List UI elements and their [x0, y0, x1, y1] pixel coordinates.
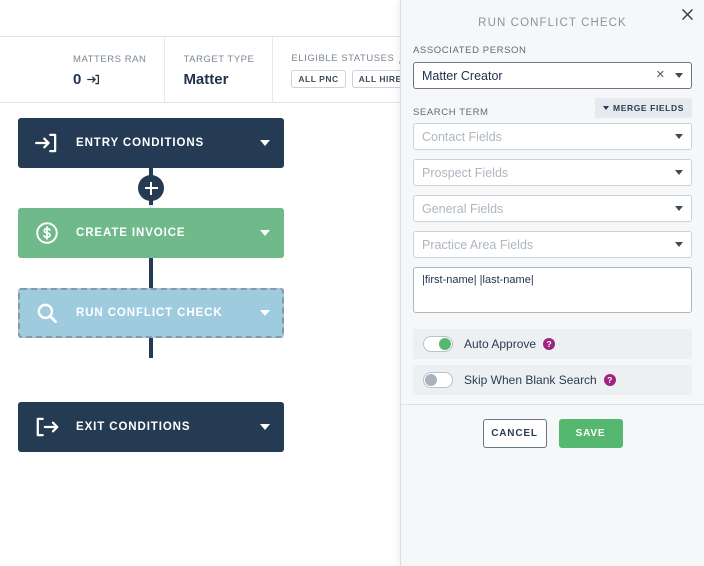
toggle-row-skip-when-blank-search: Skip When Blank Search ?: [413, 365, 692, 395]
chevron-down-icon[interactable]: [675, 134, 683, 139]
save-button[interactable]: SAVE: [558, 419, 623, 448]
toggle-row-auto-approve: Auto Approve ?: [413, 329, 692, 359]
workflow-node-create-invoice[interactable]: CREATE INVOICE: [18, 208, 284, 258]
practice-area-fields-select[interactable]: Practice Area Fields: [413, 231, 692, 258]
eligible-status-badges: ALL PNC ALL HIRED: [291, 70, 416, 88]
workflow-node-entry-conditions-label: ENTRY CONDITIONS: [76, 137, 205, 149]
skip-when-blank-search-toggle[interactable]: [423, 372, 453, 388]
chevron-down-icon[interactable]: [260, 140, 270, 146]
status-badge-all-pnc[interactable]: ALL PNC: [291, 70, 346, 88]
contact-fields-placeholder: Contact Fields: [422, 129, 502, 144]
workflow-node-entry-conditions[interactable]: ENTRY CONDITIONS: [18, 118, 284, 168]
general-fields-select[interactable]: General Fields: [413, 195, 692, 222]
skip-when-blank-search-label: Skip When Blank Search: [464, 373, 597, 387]
drawer-title: RUN CONFLICT CHECK: [478, 17, 627, 29]
workflow-flow: ENTRY CONDITIONS CREATE INVOICE RUN CONF…: [18, 118, 284, 452]
auto-approve-toggle[interactable]: [423, 336, 453, 352]
merge-fields-button[interactable]: MERGE FIELDS: [595, 98, 692, 118]
exit-door-icon: [32, 412, 62, 442]
chevron-down-icon[interactable]: [675, 170, 683, 175]
caret-down-icon: [603, 106, 610, 110]
workflow-node-run-conflict-check[interactable]: RUN CONFLICT CHECK: [18, 288, 284, 338]
workflow-connector-add-step: [18, 168, 284, 208]
help-icon[interactable]: ?: [543, 338, 556, 350]
app-root: MATTERS RAN 0 TARGET TYPE Matter ELIGIBL…: [0, 0, 704, 566]
stat-target-type: TARGET TYPE Matter: [164, 37, 272, 102]
stat-matters-ran-label: MATTERS RAN: [73, 53, 147, 65]
enter-arrow-icon: [87, 73, 100, 86]
run-conflict-check-drawer: RUN CONFLICT CHECK ASSOCIATED PERSON Mat…: [400, 0, 704, 566]
drawer-actions: CANCEL SAVE: [413, 405, 692, 448]
search-term-header: SEARCH TERM MERGE FIELDS: [413, 98, 692, 118]
toggle-knob: [425, 374, 437, 386]
workflow-node-run-conflict-check-label: RUN CONFLICT CHECK: [76, 307, 223, 319]
stat-target-type-value: Matter: [183, 70, 229, 88]
workflow-connector-2: [18, 258, 284, 288]
workflow-node-exit-conditions[interactable]: EXIT CONDITIONS: [18, 402, 284, 452]
chevron-down-icon[interactable]: [675, 73, 683, 78]
clear-x-icon[interactable]: ✕: [656, 70, 665, 81]
stat-matters-ran: MATTERS RAN 0: [55, 37, 164, 102]
search-term-label: SEARCH TERM: [413, 107, 489, 118]
search-icon: [32, 298, 62, 328]
chevron-down-icon[interactable]: [675, 242, 683, 247]
chevron-down-icon[interactable]: [260, 424, 270, 430]
workflow-node-create-invoice-label: CREATE INVOICE: [76, 227, 186, 239]
prospect-fields-select[interactable]: Prospect Fields: [413, 159, 692, 186]
general-fields-placeholder: General Fields: [422, 201, 504, 216]
toggle-knob: [439, 338, 451, 350]
associated-person-label: ASSOCIATED PERSON: [413, 45, 527, 56]
drawer-content: RUN CONFLICT CHECK ASSOCIATED PERSON Mat…: [401, 0, 704, 448]
search-term-textarea[interactable]: [413, 267, 692, 313]
stat-matters-ran-value: 0: [73, 70, 82, 88]
cancel-button[interactable]: CANCEL: [482, 419, 547, 448]
associated-person-value: Matter Creator: [422, 68, 503, 83]
workflow-connector-3: [18, 338, 284, 358]
stat-matters-ran-value-wrap: 0: [73, 71, 146, 88]
chevron-down-icon[interactable]: [260, 230, 270, 236]
enter-door-icon: [32, 128, 62, 158]
prospect-fields-placeholder: Prospect Fields: [422, 165, 509, 180]
stat-eligible-statuses-label-wrap: ELIGIBLE STATUSES: [291, 53, 415, 64]
dollar-circle-icon: [32, 218, 62, 248]
stat-eligible-statuses-label: ELIGIBLE STATUSES: [291, 53, 395, 64]
connector-line: [149, 258, 153, 288]
workflow-spacer: [18, 358, 284, 402]
merge-fields-button-label: MERGE FIELDS: [613, 103, 684, 113]
contact-fields-select[interactable]: Contact Fields: [413, 123, 692, 150]
associated-person-select[interactable]: Matter Creator ✕: [413, 62, 692, 89]
add-step-plus-icon[interactable]: [138, 175, 164, 201]
chevron-down-icon[interactable]: [675, 206, 683, 211]
practice-area-fields-placeholder: Practice Area Fields: [422, 237, 534, 252]
auto-approve-label: Auto Approve: [464, 337, 537, 351]
stat-target-type-label: TARGET TYPE: [183, 53, 255, 65]
connector-line: [149, 338, 153, 358]
chevron-down-icon[interactable]: [260, 310, 270, 316]
workflow-node-exit-conditions-label: EXIT CONDITIONS: [76, 421, 191, 433]
help-icon[interactable]: ?: [603, 374, 616, 386]
